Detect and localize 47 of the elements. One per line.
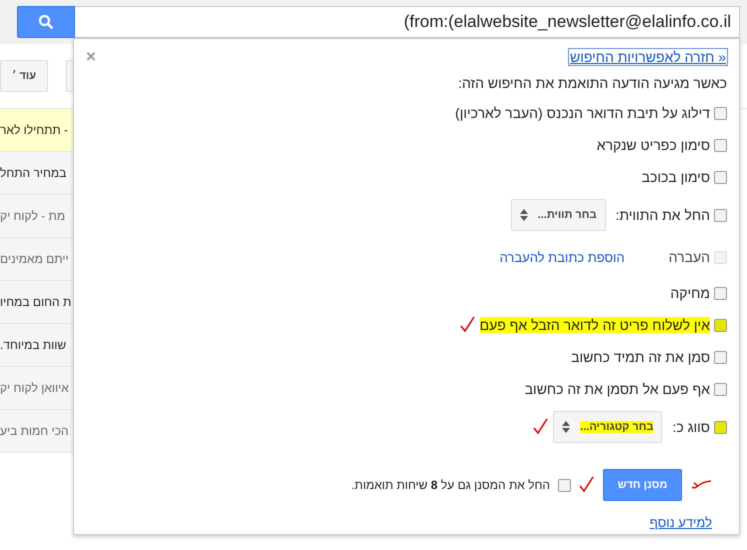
toolbar-button[interactable]: עוד ׳ bbox=[0, 60, 48, 92]
search-icon bbox=[38, 14, 54, 30]
more-info-link[interactable]: למידע נוסף bbox=[650, 515, 712, 530]
filter-heading: כאשר מגיעה הודעה התואמת את החיפוש הזה: bbox=[457, 75, 727, 91]
option-label: סימון בכוכב bbox=[642, 169, 710, 185]
message-snippet: ייתם מאמינים bbox=[0, 252, 69, 266]
message-row[interactable]: הכי חמות ביע bbox=[0, 410, 73, 453]
option-label: דילוג על תיבת הדואר הנכנס (העבר לארכיון) bbox=[455, 105, 710, 121]
checkbox[interactable] bbox=[714, 318, 727, 332]
select-dropdown[interactable]: בחר קטגוריה... bbox=[553, 411, 662, 443]
option-label: סמן את זה תמיד כחשוב bbox=[571, 349, 710, 365]
checkbox[interactable] bbox=[714, 286, 727, 300]
message-row[interactable]: ייתם מאמינים bbox=[0, 238, 73, 281]
message-snippet: ת החום במחיו bbox=[0, 295, 72, 309]
back-link[interactable]: « חזרה לאפשרויות החיפוש bbox=[569, 49, 727, 65]
message-row[interactable]: במחיר התחל bbox=[0, 152, 73, 195]
sort-arrows-icon bbox=[562, 421, 570, 433]
message-row[interactable]: שוות במיוחד. bbox=[0, 324, 73, 367]
option-label: סווג כ: bbox=[672, 419, 710, 435]
message-snippet: איוואן לקוח יק bbox=[0, 381, 69, 395]
checkbox[interactable] bbox=[714, 138, 727, 152]
option-label: העברה bbox=[668, 249, 710, 265]
checkbox[interactable] bbox=[714, 106, 727, 120]
sort-arrows-icon bbox=[520, 209, 528, 221]
option-label: סימון כפריט שנקרא bbox=[596, 137, 710, 153]
option-label: מחיקה bbox=[670, 285, 710, 301]
message-row[interactable]: מת - לקוח יק bbox=[0, 195, 73, 238]
message-row[interactable]: איוואן לקוח יק bbox=[0, 367, 73, 410]
option-label: אף פעם אל תסמן את זה כחשוב bbox=[524, 381, 710, 397]
checkbox[interactable] bbox=[714, 208, 727, 222]
checkbox[interactable] bbox=[714, 350, 727, 364]
message-snippet: מת - לקוח יק bbox=[0, 209, 66, 223]
select-dropdown[interactable]: בחר תווית... bbox=[510, 199, 606, 231]
checkbox[interactable] bbox=[714, 382, 727, 396]
checkbox[interactable] bbox=[714, 170, 727, 184]
message-snippet: הכי חמות ביע bbox=[0, 424, 69, 438]
search-button[interactable] bbox=[17, 6, 75, 38]
checkbox[interactable] bbox=[714, 420, 727, 434]
message-snippet: במחיר התחל bbox=[0, 166, 66, 180]
message-snippet: שוות במיוחד. bbox=[0, 338, 66, 352]
checkbox[interactable] bbox=[558, 478, 571, 492]
message-snippet: - תתחילו לאר bbox=[0, 123, 68, 137]
message-row[interactable]: - תתחילו לאר bbox=[0, 109, 73, 152]
option-label: החל את התווית: bbox=[616, 207, 710, 223]
search-field[interactable]: (from:(elalwebsite_newsletter@elalinfo.co.il bbox=[75, 6, 740, 38]
option-label: אין לשלוח פריט זה לדואר הזבל אף פעם bbox=[480, 317, 710, 333]
message-row[interactable]: ת החום במחיו bbox=[0, 281, 73, 324]
